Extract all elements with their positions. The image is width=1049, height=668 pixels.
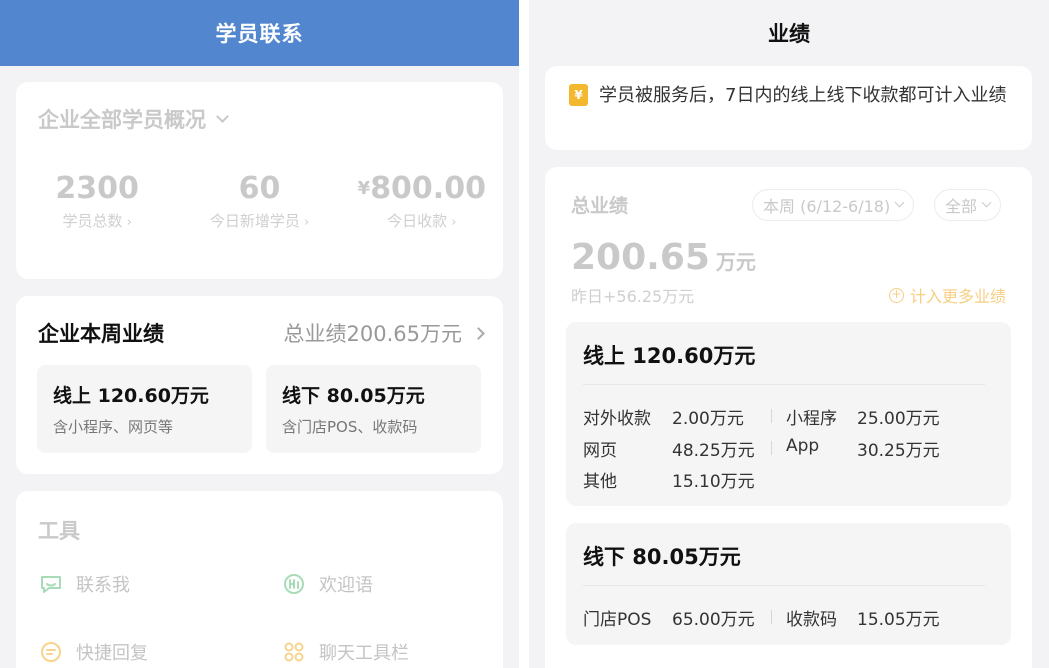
detail-value: 65.00万元: [672, 610, 755, 630]
toolbar-grid-icon: [281, 639, 307, 665]
tool-label: 聊天工具栏: [319, 643, 409, 664]
header-bar: 学员联系: [0, 0, 519, 66]
column-separator: [771, 441, 772, 455]
online-summary-desc: 含小程序、网页等: [53, 418, 174, 436]
stat-today-revenue[interactable]: ¥800.00 今日收款 ›: [341, 172, 503, 231]
period-selector[interactable]: 本周 (6/12-6/18): [752, 189, 915, 221]
tool-contact-me[interactable]: 联系我: [38, 571, 130, 597]
yesterday-change: 昨日+56.25万元: [571, 287, 695, 306]
stat-label: 学员总数: [62, 212, 123, 230]
header-bar: 业绩: [529, 0, 1049, 66]
detail-key: 门店POS: [583, 610, 652, 630]
detail-value: 2.00万元: [672, 409, 744, 429]
tool-welcome-message[interactable]: 欢迎语: [281, 571, 373, 597]
stat-label: 今日收款: [387, 212, 448, 230]
online-summary-box[interactable]: 线上 120.60万元 含小程序、网页等: [37, 365, 252, 453]
chevron-down-icon: [216, 109, 229, 123]
overview-card: 企业全部学员概况 2300 学员总数 › 60 今日新增学员 › ¥800.00…: [16, 82, 503, 279]
tools-card: 工具 联系我 欢迎语 快捷回复 聊天工具栏: [16, 491, 503, 668]
total-performance-label: 总业绩200.65万元: [283, 322, 462, 346]
chevron-right-icon: ›: [299, 215, 310, 230]
overview-dropdown[interactable]: 企业全部学员概况: [38, 104, 229, 134]
overview-title: 企业全部学员概况: [38, 108, 206, 132]
tool-quick-reply[interactable]: 快捷回复: [38, 639, 148, 665]
detail-value: 48.25万元: [672, 441, 755, 461]
weekly-performance-card: 企业本周业绩 总业绩200.65万元 线上 120.60万元 含小程序、网页等 …: [16, 296, 503, 474]
total-value: 200.65: [571, 237, 710, 278]
chevron-right-icon: [472, 326, 485, 340]
detail-value: 15.10万元: [672, 472, 755, 492]
performance-panel: 业绩 ¥ 学员被服务后，7日内的线上线下收款都可计入业绩 总业绩 本周 (6/1…: [529, 0, 1049, 668]
weekly-title: 企业本周业绩: [38, 322, 164, 346]
column-separator: [771, 610, 772, 624]
offline-detail-box: 线下 80.05万元 门店POS 65.00万元 收款码 15.05万元: [566, 523, 1011, 645]
stat-value: 800.00: [370, 171, 486, 206]
chat-bubble-icon: [38, 571, 64, 597]
tool-label: 欢迎语: [319, 575, 373, 596]
detail-key: 网页: [583, 441, 617, 461]
page-title: 学员联系: [215, 22, 304, 46]
tool-chat-toolbar[interactable]: 聊天工具栏: [281, 639, 409, 665]
detail-key: 收款码: [786, 610, 837, 630]
detail-key: 小程序: [786, 409, 837, 429]
stat-total-students[interactable]: 2300 学员总数 ›: [16, 172, 178, 231]
more-link-label: 计入更多业绩: [909, 287, 1006, 306]
tool-label: 联系我: [76, 575, 130, 596]
detail-value: 30.25万元: [857, 441, 940, 461]
notice-card: ¥ 学员被服务后，7日内的线上线下收款都可计入业绩: [545, 66, 1032, 150]
plus-circle-icon: +: [888, 287, 904, 303]
stat-value: 2300: [55, 171, 139, 206]
column-separator: [771, 409, 772, 423]
tool-label: 快捷回复: [76, 643, 148, 664]
page-title: 业绩: [768, 22, 810, 46]
online-summary-title: 线上 120.60万元: [53, 385, 209, 407]
chevron-right-icon: ›: [122, 215, 132, 230]
divider: [583, 585, 985, 586]
total-performance-link[interactable]: 总业绩200.65万元: [283, 318, 485, 348]
total-unit: 万元: [715, 250, 756, 274]
yen-icon: ¥: [569, 84, 588, 106]
stat-label: 今日新增学员: [209, 212, 300, 230]
total-performance-card: 总业绩 本周 (6/12-6/18) 全部 200.65 万元 昨日+56.25万…: [545, 167, 1032, 668]
total-amount: 200.65 万元: [571, 237, 756, 278]
detail-value: 15.05万元: [857, 610, 940, 630]
filter-label: 全部: [945, 197, 978, 216]
detail-value: 25.00万元: [857, 409, 940, 429]
detail-key: 对外收款: [583, 409, 651, 429]
perf-title: 总业绩: [571, 195, 629, 217]
online-detail-title: 线上 120.60万元: [583, 344, 756, 368]
detail-key: App: [786, 436, 820, 456]
online-detail-box: 线上 120.60万元 对外收款 2.00万元 小程序 25.00万元 网页 4…: [566, 322, 1011, 506]
chevron-right-icon: ›: [447, 215, 457, 230]
offline-summary-title: 线下 80.05万元: [282, 385, 425, 407]
divider: [583, 384, 985, 385]
stat-value: 60: [238, 171, 281, 206]
filter-selector[interactable]: 全部: [934, 189, 1002, 221]
quick-reply-icon: [38, 639, 64, 665]
detail-key: 其他: [583, 472, 617, 492]
currency-symbol: ¥: [357, 178, 371, 199]
offline-detail-title: 线下 80.05万元: [583, 545, 741, 569]
stats-row: 2300 学员总数 › 60 今日新增学员 › ¥800.00 今日收款 ›: [16, 172, 503, 231]
add-more-performance-link[interactable]: + 计入更多业绩: [888, 283, 1006, 307]
chevron-down-icon: [981, 197, 992, 208]
chevron-down-icon: [894, 197, 905, 208]
student-contact-panel: 学员联系 企业全部学员概况 2300 学员总数 › 60 今日新增学员 › ¥8…: [0, 0, 519, 668]
tools-title: 工具: [38, 519, 80, 543]
period-label: 本周 (6/12-6/18): [763, 197, 891, 216]
hi-bubble-icon: [281, 571, 307, 597]
offline-summary-desc: 含门店POS、收款码: [282, 418, 418, 436]
notice-text: 学员被服务后，7日内的线上线下收款都可计入业绩: [599, 85, 1007, 106]
stat-new-students[interactable]: 60 今日新增学员 ›: [178, 172, 340, 231]
offline-summary-box[interactable]: 线下 80.05万元 含门店POS、收款码: [266, 365, 481, 453]
panel-divider: [519, 0, 529, 668]
